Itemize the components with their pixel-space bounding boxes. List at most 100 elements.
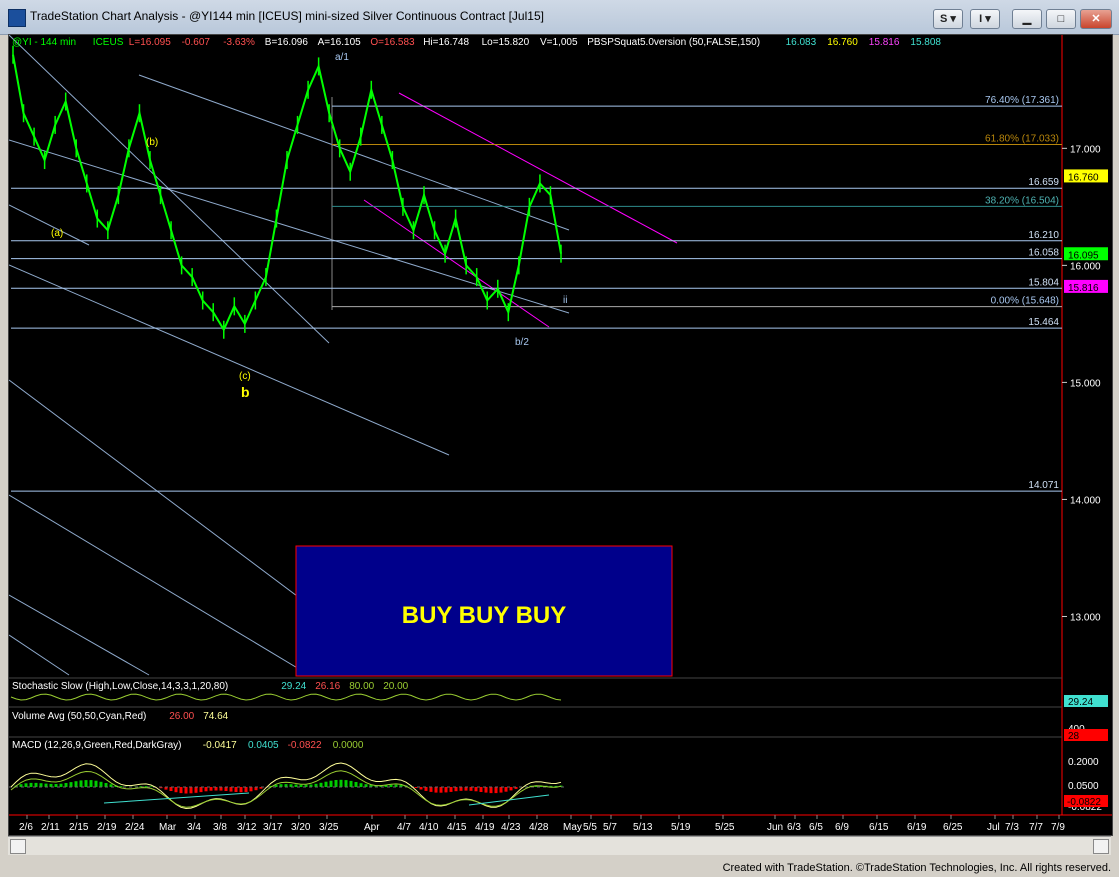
stoch-value-4: 20.00	[383, 681, 408, 692]
chart-area[interactable]: 76.40% (17.361) 61.80% (17.033) 38.20% (16…	[8, 34, 1113, 836]
x-tick-label: 4/19	[475, 822, 495, 833]
bid-price: B=16.096	[265, 37, 309, 48]
x-tick-label: 7/3	[1005, 822, 1019, 833]
macd-value-2: 0.0405	[248, 740, 279, 751]
exchange-label: ICEUS	[93, 37, 124, 48]
x-tick-label: Apr	[364, 822, 380, 833]
x-tick-label: 2/11	[41, 822, 60, 833]
x-tick-label: 2/6	[19, 822, 33, 833]
x-tick-label: 6/9	[835, 822, 849, 833]
volume-tag-label: 28	[1068, 731, 1080, 742]
x-tick-label: 3/4	[187, 822, 201, 833]
level-label: 14.071	[1028, 480, 1059, 491]
x-tick-label: 4/10	[419, 822, 439, 833]
insert-menu-button[interactable]: I ▾	[970, 9, 1000, 29]
x-tick-label: 4/7	[397, 822, 411, 833]
x-tick-label: May	[563, 822, 582, 833]
x-tick-label: 5/25	[715, 822, 735, 833]
tradestation-app-icon	[8, 9, 26, 27]
level-label: 15.804	[1028, 277, 1059, 288]
x-tick-label: Jun	[767, 822, 783, 833]
x-tick-label: 6/3	[787, 822, 801, 833]
study-value-3: 15.816	[869, 37, 900, 48]
x-tick-label: 6/15	[869, 822, 889, 833]
x-tick-label: 2/19	[97, 822, 117, 833]
open-price: O=16.583	[370, 37, 415, 48]
x-tick-label: 7/9	[1051, 822, 1065, 833]
x-tick-label: 2/15	[69, 822, 89, 833]
symbol-label: @YI - 144 min	[12, 37, 76, 48]
title-bar: TradeStation Chart Analysis - @YI144 min…	[0, 0, 1119, 35]
wave-label-c: (c)	[239, 371, 251, 382]
price-tag-label: 15.816	[1068, 283, 1099, 294]
level-label: 16.058	[1028, 248, 1059, 259]
wave-label-b2: b/2	[515, 337, 529, 348]
x-tick-label: 3/8	[213, 822, 227, 833]
last-price: L=16.095	[129, 37, 171, 48]
volume-label: V=1,005	[540, 37, 578, 48]
macd-divergence-line-2	[468, 794, 550, 806]
y-tick-label: 16.000	[1070, 261, 1101, 272]
x-tick-label: 5/13	[633, 822, 653, 833]
volume-avg-label: Volume Avg (50,50,Cyan,Red)	[12, 711, 146, 722]
volume-value-1: 26.00	[169, 711, 194, 722]
styles-menu-button[interactable]: S ▾	[933, 9, 963, 29]
scroll-left-button[interactable]	[10, 839, 26, 854]
fib-level-label: 38.20% (16.504)	[985, 195, 1059, 206]
magenta-upper-line	[398, 92, 678, 244]
channel-line	[9, 594, 150, 676]
x-tick-label: 2/24	[125, 822, 145, 833]
close-button[interactable]: ✕	[1080, 9, 1112, 29]
x-tick-label: 4/15	[447, 822, 467, 833]
channel-line	[9, 139, 570, 314]
wave-label-b: (b)	[146, 137, 158, 148]
buy-zone-label: BUY BUY BUY	[402, 602, 566, 629]
study-label: PBSPSquat5.0version (50,FALSE,150)	[587, 37, 760, 48]
macd-axis-label: 0.0500	[1068, 781, 1099, 792]
price-change: -0.607	[182, 37, 211, 48]
scroll-right-button[interactable]	[1093, 839, 1109, 854]
stoch-label: Stochastic Slow (High,Low,Close,14,3,3,1…	[12, 681, 228, 692]
maximize-button[interactable]: □	[1046, 9, 1076, 29]
macd-value-1: -0.0417	[203, 740, 237, 751]
level-label: 15.464	[1028, 317, 1059, 328]
macd-label: MACD (12,26,9,Green,Red,DarkGray)	[12, 740, 182, 751]
x-tick-label: Jul	[987, 822, 1000, 833]
wave-label-a: (a)	[51, 228, 63, 239]
price-chart-svg[interactable]: 76.40% (17.361) 61.80% (17.033) 38.20% (16…	[9, 35, 1112, 835]
price-tag-label: 16.095	[1068, 250, 1099, 261]
study-value-2: 16.760	[827, 37, 858, 48]
low-price: Lo=15.820	[482, 37, 530, 48]
channel-line	[9, 264, 450, 456]
study-value-1: 16.083	[786, 37, 817, 48]
copyright-footer: Created with TradeStation. ©TradeStation…	[722, 862, 1111, 874]
percent-change: -3.63%	[223, 37, 255, 48]
horizontal-scrollbar[interactable]	[8, 836, 1111, 855]
volume-value-2: 74.64	[203, 711, 228, 722]
stoch-line	[10, 693, 562, 701]
stoch-value-1: 29.24	[281, 681, 306, 692]
wave-label-a1: a/1	[335, 52, 349, 63]
x-tick-label: 5/19	[671, 822, 691, 833]
macd-tag-label: -0.0822	[1067, 797, 1101, 808]
stoch-value-3: 80.00	[349, 681, 374, 692]
x-tick-label: 7/7	[1029, 822, 1043, 833]
x-tick-label: Mar	[159, 822, 177, 833]
fib-level-label: 61.80% (17.033)	[985, 133, 1059, 144]
x-tick-label: 3/17	[263, 822, 283, 833]
x-tick-label: 6/5	[809, 822, 823, 833]
y-tick-label: 17.000	[1070, 144, 1101, 155]
wave-label-ii: ii	[563, 295, 567, 306]
x-tick-label: 4/23	[501, 822, 521, 833]
channel-line	[9, 204, 90, 246]
stoch-value-2: 26.16	[315, 681, 340, 692]
x-tick-label: 4/28	[529, 822, 549, 833]
level-label: 16.659	[1028, 177, 1059, 188]
channel-line	[9, 494, 310, 676]
x-tick-label: 3/20	[291, 822, 311, 833]
x-tick-label: 5/5	[583, 822, 597, 833]
minimize-button[interactable]: ▁	[1012, 9, 1042, 29]
x-tick-label: 6/19	[907, 822, 927, 833]
macd-value-4: 0.0000	[333, 740, 364, 751]
fib-level-label: 0.00% (15.648)	[991, 296, 1059, 307]
